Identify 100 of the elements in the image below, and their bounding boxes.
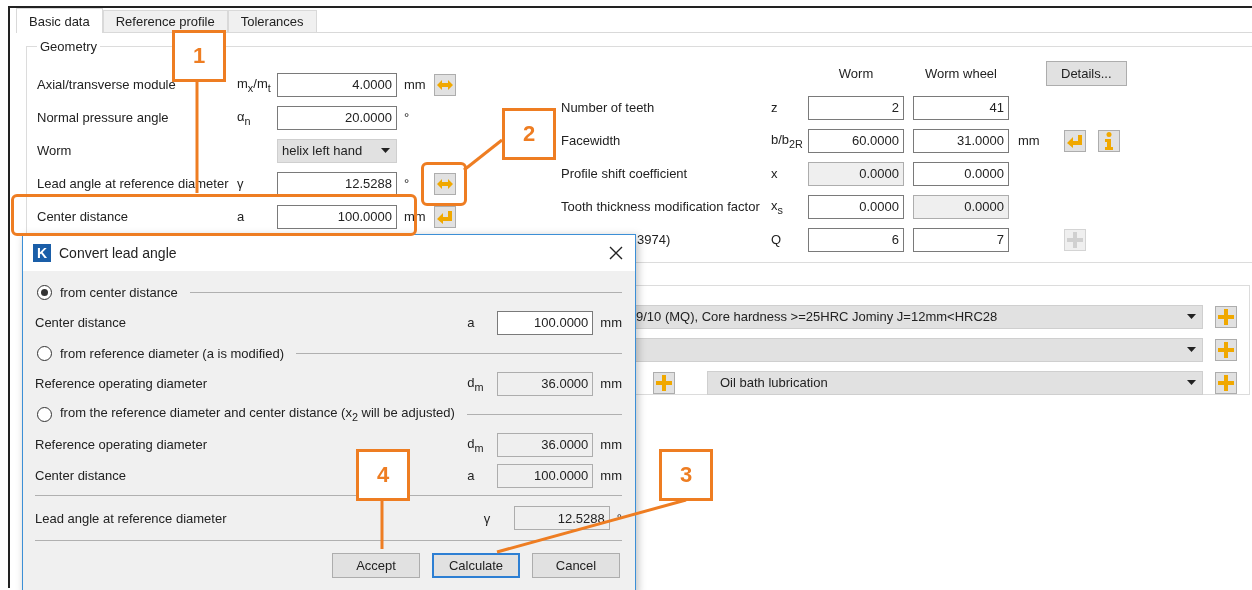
field-label: Worm <box>37 143 73 158</box>
input-field[interactable]: 0.0000 <box>913 194 1009 219</box>
swap-button[interactable] <box>434 73 456 96</box>
unit-label: mm <box>403 77 427 92</box>
unit-label: ° <box>403 110 411 125</box>
add-button[interactable] <box>1215 305 1237 328</box>
symbol-label: d$_{m}$ <box>467 435 485 454</box>
field-label: Center distance <box>35 315 127 330</box>
unit-label: mm <box>599 315 622 330</box>
symbol-label: d$_{m}$ <box>467 374 485 393</box>
radio-button[interactable] <box>37 406 52 422</box>
field-label: Number of teeth <box>561 100 655 115</box>
swap-button[interactable] <box>434 172 456 195</box>
tab[interactable]: Tolerances <box>227 10 317 32</box>
return-arrow-icon <box>1067 133 1083 148</box>
info-icon <box>1104 131 1114 150</box>
input-field[interactable]: 2 <box>808 95 904 120</box>
radio-button[interactable] <box>37 345 52 361</box>
dropdown-caret-icon <box>1187 347 1196 352</box>
field-label: Center distance <box>37 209 130 224</box>
symbol-label: x <box>771 166 779 181</box>
input-field[interactable]: 4.0000 <box>277 72 397 97</box>
add-button[interactable] <box>1215 338 1237 361</box>
add-button[interactable] <box>1064 228 1086 251</box>
app-logo: K <box>33 244 51 262</box>
tab[interactable]: Reference profile <box>102 10 228 32</box>
input-field[interactable]: 36.0000 <box>497 432 594 457</box>
column-header: Worm <box>837 66 875 81</box>
input-field[interactable]: 0.0000 <box>913 161 1009 186</box>
double-arrow-icon <box>437 78 453 91</box>
symbol-label: z <box>771 100 779 115</box>
dropdown-caret-icon <box>1187 380 1196 385</box>
field-label: Tooth thickness modification factor <box>561 199 760 214</box>
option-label: from the reference diameter and center distance (x$_{2}$ will be adjusted) <box>60 405 455 423</box>
symbol-label: γ <box>483 510 492 526</box>
dropdown-caret-icon <box>381 148 390 153</box>
symbol-label: a <box>467 315 476 330</box>
input-field[interactable]: 7 <box>913 227 1009 252</box>
plus-icon <box>656 374 672 391</box>
symbol-label: a <box>237 209 246 224</box>
unit-label: ° <box>403 176 411 191</box>
callout-number: 2 <box>502 108 556 160</box>
dialog-button[interactable]: Cancel <box>532 553 620 578</box>
input-field[interactable]: 6 <box>808 227 904 252</box>
close-icon[interactable] <box>609 246 623 260</box>
unit-label: mm <box>599 376 622 391</box>
return-arrow-icon <box>437 209 453 224</box>
plus-icon <box>1218 308 1234 325</box>
field-label: Center distance <box>35 468 127 483</box>
input-field[interactable]: 41 <box>913 95 1009 120</box>
radio-button[interactable] <box>37 284 52 300</box>
input-field[interactable]: 0.0000 <box>808 194 904 219</box>
callout-number: 1 <box>172 30 226 82</box>
double-arrow-icon <box>437 177 453 190</box>
input-field[interactable]: 100.0000 <box>497 310 594 335</box>
field-label: Lead angle at reference diameter <box>35 510 227 526</box>
input-field[interactable]: 12.5288 <box>513 506 610 530</box>
symbol-label: b/b$_{2R}$ <box>771 131 804 150</box>
callout-number: 4 <box>356 449 410 501</box>
field-label: Normal pressure angle <box>37 110 170 125</box>
plus-icon <box>1218 341 1234 358</box>
input-field[interactable]: 20.0000 <box>277 105 397 130</box>
plus-icon <box>1218 374 1234 391</box>
dropdown-caret-icon <box>1187 314 1196 319</box>
details-button[interactable]: Details... <box>1046 61 1127 86</box>
tab[interactable]: Basic data <box>16 8 103 33</box>
leader-line <box>463 138 503 172</box>
column-header: Worm wheel <box>924 66 998 81</box>
symbol-label: m$_{x}$/m$_{t}$ <box>237 75 272 94</box>
field-label: Profile shift coefficient <box>561 166 688 181</box>
field-label: Facewidth <box>561 133 621 148</box>
plus-icon <box>1067 231 1083 248</box>
option-label: from center distance <box>60 284 178 300</box>
callout-number: 3 <box>659 449 713 501</box>
dialog-button[interactable]: Calculate <box>432 553 520 578</box>
group-title: Geometry <box>39 39 99 54</box>
input-field[interactable]: 100.0000 <box>497 463 594 488</box>
input-field[interactable]: 60.0000 <box>808 128 904 153</box>
info-button[interactable] <box>1098 129 1120 152</box>
symbol-label: α$_{n}$ <box>237 108 252 127</box>
option-label: from reference diameter (a is modified) <box>60 345 284 361</box>
input-field[interactable]: 0.0000 <box>808 161 904 186</box>
apply-button[interactable] <box>434 205 456 228</box>
symbol-label: γ <box>237 176 245 191</box>
input-field[interactable]: 31.0000 <box>913 128 1009 153</box>
symbol-label: Q <box>771 232 783 247</box>
dialog-button[interactable]: Accept <box>332 553 420 578</box>
dialog-title: Convert lead angle <box>59 245 178 261</box>
input-field[interactable]: 100.0000 <box>277 204 397 229</box>
dropdown[interactable]: helix left hand <box>277 138 397 163</box>
symbol-label: a <box>467 468 476 483</box>
field-label: Reference operating diameter <box>35 376 207 391</box>
apply-button[interactable] <box>1064 129 1086 152</box>
input-field[interactable]: 12.5288 <box>277 171 397 196</box>
dropdown[interactable]: Oil bath lubrication <box>707 370 1203 395</box>
add-button[interactable] <box>653 371 675 394</box>
unit-label: mm <box>599 468 622 483</box>
input-field[interactable]: 36.0000 <box>497 371 594 396</box>
add-button[interactable] <box>1215 371 1237 394</box>
field-label: Reference operating diameter <box>35 437 207 452</box>
